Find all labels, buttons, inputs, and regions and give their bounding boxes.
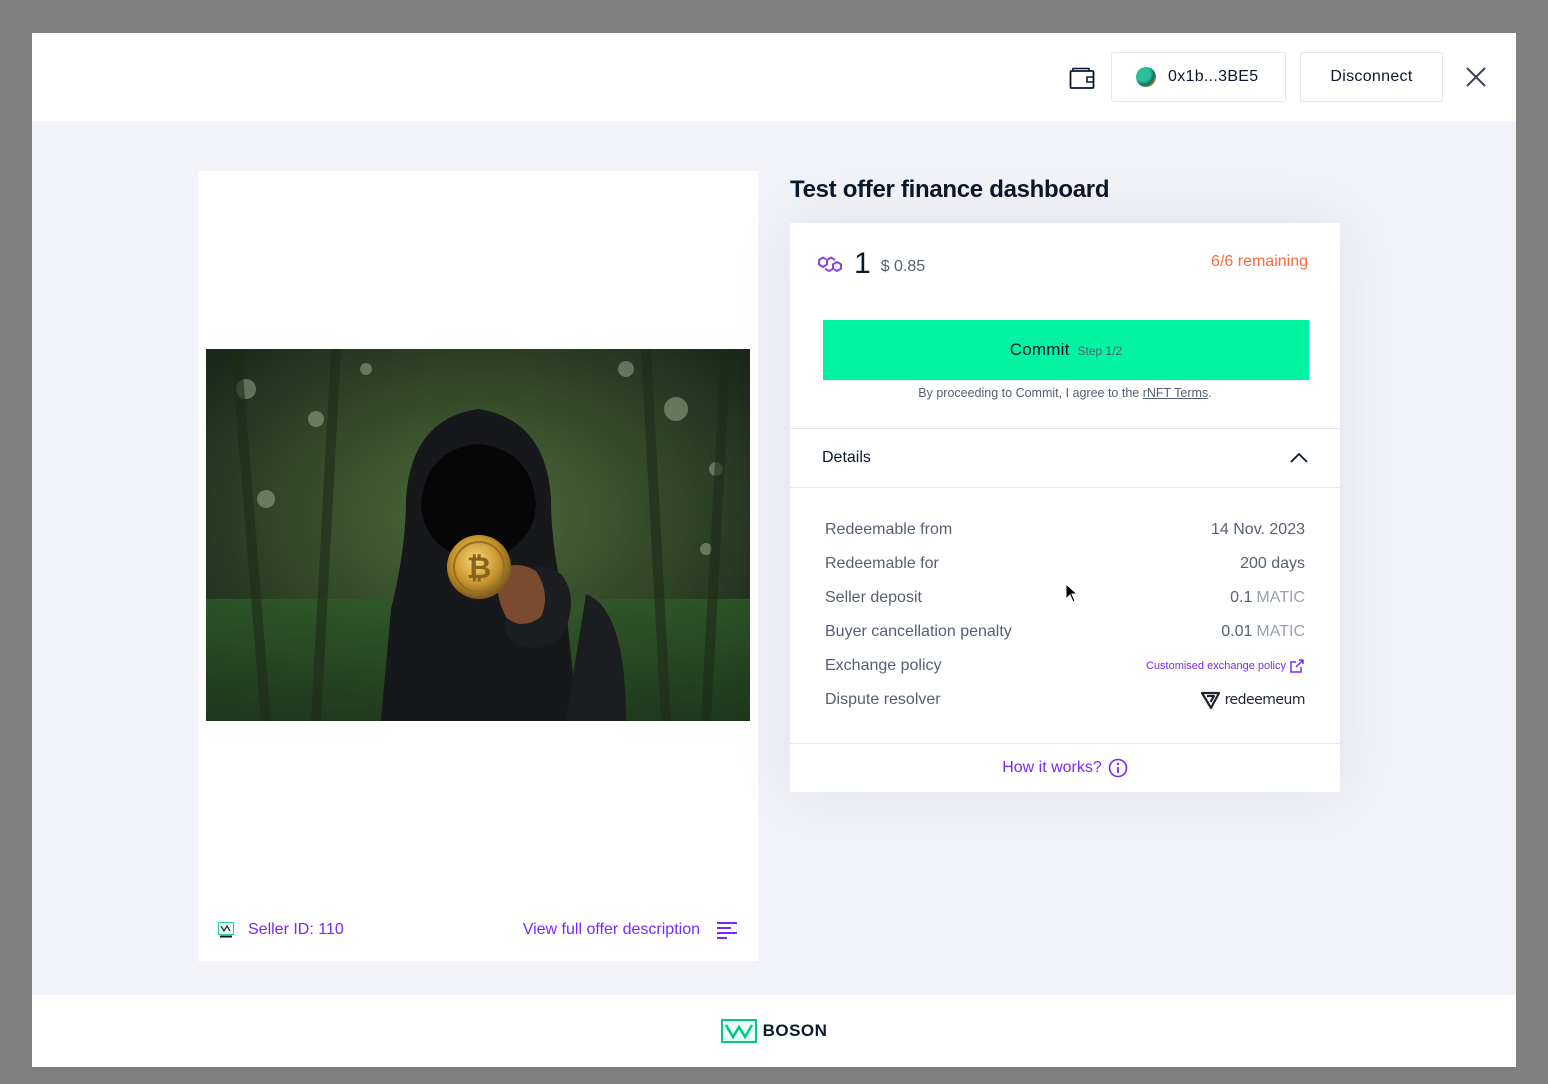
price-value: 1 — [854, 247, 871, 280]
view-description-label: View full offer description — [522, 921, 700, 938]
commit-step: Step 1/2 — [1077, 343, 1123, 358]
price-row: 1 $ 0.85 — [816, 247, 925, 281]
details-toggle[interactable]: Details — [790, 428, 1340, 488]
detail-row-dispute-resolver: Dispute resolver redeemeum — [825, 683, 1306, 717]
text-lines-icon — [717, 922, 737, 939]
detail-value: 0.01 MATIC — [1221, 623, 1305, 641]
footer: BOSON — [32, 995, 1516, 1067]
offer-card: 1 $ 0.85 6/6 remaining Commit Step 1/2 B… — [790, 223, 1340, 792]
terms-suffix: . — [1208, 386, 1212, 400]
remaining-count: 6/6 remaining — [1211, 253, 1308, 270]
detail-row-redeemable-from: Redeemable from 14 Nov. 2023 — [825, 513, 1305, 547]
avatar — [1136, 67, 1156, 87]
terms-text: By proceeding to Commit, I agree to the … — [790, 386, 1340, 400]
product-panel: ₿ Seller ID: 110 View full offer descrip… — [198, 171, 758, 961]
detail-key: Redeemable for — [825, 555, 939, 572]
boson-brand: BOSON — [762, 1021, 828, 1040]
how-it-works-link[interactable]: How it works? — [790, 743, 1340, 792]
chevron-up-icon — [1290, 453, 1308, 463]
wallet-address-button[interactable]: 0x1b...3BE5 — [1111, 52, 1286, 102]
how-it-works-label: How it works? — [1002, 759, 1102, 776]
details-list: Redeemable from 14 Nov. 2023 Redeemable … — [825, 513, 1306, 717]
detail-value: 14 Nov. 2023 — [1211, 521, 1305, 538]
offer-title: Test offer finance dashboard — [790, 176, 1110, 203]
exchange-policy-label: Customised exchange policy — [1145, 660, 1286, 672]
info-icon — [1108, 758, 1128, 778]
boson-logo-icon — [720, 1019, 757, 1043]
offer-modal: 0x1b...3BE5 Disconnect ₿ Seller ID: 110 … — [32, 33, 1516, 1067]
detail-value: 200 days — [1240, 555, 1305, 572]
svg-text:₿: ₿ — [467, 551, 491, 586]
seller-link[interactable]: Seller ID: 110 — [218, 921, 344, 939]
terms-prefix: By proceeding to Commit, I agree to the — [918, 386, 1143, 400]
product-image[interactable]: ₿ — [206, 349, 750, 721]
close-icon[interactable] — [1460, 63, 1492, 91]
wallet-icon[interactable] — [1064, 61, 1100, 95]
penalty-unit: MATIC — [1256, 623, 1305, 640]
seller-deposit-unit: MATIC — [1256, 589, 1305, 606]
wallet-address: 0x1b...3BE5 — [1168, 68, 1259, 85]
detail-key: Seller deposit — [825, 589, 922, 606]
top-bar: 0x1b...3BE5 Disconnect — [32, 33, 1516, 121]
details-label: Details — [822, 449, 871, 466]
disconnect-button[interactable]: Disconnect — [1300, 52, 1443, 102]
rnft-terms-link[interactable]: rNFT Terms — [1143, 386, 1209, 400]
view-full-description-link[interactable]: View full offer description — [523, 921, 738, 939]
detail-row-cancellation-penalty: Buyer cancellation penalty 0.01 MATIC — [825, 615, 1305, 649]
external-link-icon — [1290, 659, 1304, 673]
polygon-icon — [818, 256, 842, 272]
detail-value: 0.1 MATIC — [1230, 589, 1305, 607]
redeemeum-icon — [1200, 691, 1220, 709]
dispute-resolver-name: redeemeum — [1224, 692, 1306, 708]
detail-key: Redeemable from — [825, 521, 953, 538]
redeemeum-logo: redeemeum — [1200, 691, 1306, 709]
commit-button[interactable]: Commit Step 1/2 — [823, 320, 1309, 380]
penalty-amount: 0.01 — [1221, 623, 1253, 640]
mouse-cursor-icon — [1065, 583, 1079, 603]
detail-row-exchange-policy: Exchange policy Customised exchange poli… — [825, 649, 1305, 683]
detail-key: Buyer cancellation penalty — [825, 623, 1012, 640]
detail-row-redeemable-for: Redeemable for 200 days — [825, 547, 1305, 581]
commit-label: Commit — [1009, 340, 1070, 359]
detail-key: Exchange policy — [825, 657, 942, 674]
seller-deposit-amount: 0.1 — [1230, 589, 1253, 606]
exchange-policy-link[interactable]: Customised exchange policy — [1146, 658, 1305, 674]
seller-id-label: Seller ID: 110 — [248, 921, 344, 938]
price-usd: $ 0.85 — [880, 258, 926, 275]
detail-key: Dispute resolver — [825, 691, 941, 708]
seller-logo-icon — [218, 922, 234, 938]
